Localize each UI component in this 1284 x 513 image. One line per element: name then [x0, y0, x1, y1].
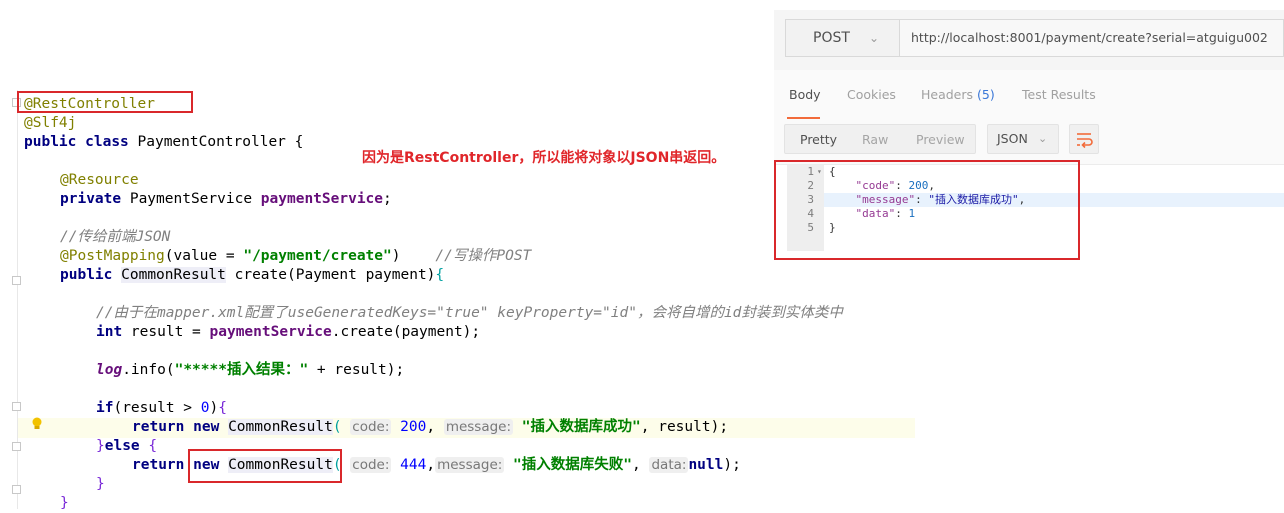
code-line-3: public class PaymentController { [24, 134, 304, 150]
wrap-lines-button[interactable] [1069, 124, 1099, 154]
active-tab-indicator [787, 117, 820, 119]
code-line-10: public CommonResult create(Payment payme… [60, 267, 445, 283]
code-line-9: @PostMapping(value = "/payment/create") … [60, 248, 532, 264]
code-line-22: } [60, 495, 69, 511]
code-line-12: //由于在mapper.xml配置了useGeneratedKeys="true… [96, 305, 843, 321]
param-hint: code: [350, 457, 392, 473]
format-bar: Pretty Raw Preview JSON ⌄ [774, 120, 1284, 165]
code-line-13: int result = paymentService.create(payme… [96, 324, 481, 340]
param-hint: data: [649, 457, 689, 473]
wrap-icon [1077, 133, 1093, 149]
format-preview[interactable]: Preview [916, 132, 965, 147]
tab-test-results[interactable]: Test Results [1022, 87, 1096, 102]
code-line-18: return new CommonResult( code: 200, mess… [132, 419, 729, 435]
fold-marker[interactable] [12, 442, 21, 451]
chevron-down-icon: ⌄ [869, 31, 880, 45]
method-select[interactable]: POST ⌄ [785, 19, 900, 57]
code-line-2: @Slf4j [24, 115, 77, 131]
format-toggle-group: Pretty Raw Preview [784, 124, 976, 154]
param-hint: message: [435, 457, 505, 473]
fold-marker[interactable] [12, 276, 21, 285]
format-pretty[interactable]: Pretty [800, 132, 837, 147]
code-line-6: private PaymentService paymentService; [60, 191, 392, 207]
code-line-21: } [96, 476, 105, 492]
restcontroller-highlight-box [17, 91, 193, 113]
response-tabs: Body Cookies Headers (5) Test Results [774, 70, 1284, 121]
request-bar: POST ⌄ http://localhost:8001/payment/cre… [774, 10, 1284, 71]
code-line-17: if(result > 0){ [96, 400, 227, 416]
chevron-down-icon: ⌄ [1038, 132, 1048, 145]
code-line-19: }else { [96, 438, 158, 454]
response-highlight-box [774, 160, 1080, 260]
tab-cookies[interactable]: Cookies [847, 87, 896, 102]
param-hint: message: [443, 419, 514, 435]
url-input[interactable]: http://localhost:8001/payment/create?ser… [900, 19, 1284, 57]
tab-headers[interactable]: Headers (5) [921, 87, 995, 102]
fold-marker[interactable] [12, 485, 21, 494]
tab-body[interactable]: Body [789, 87, 821, 102]
code-line-5: @Resource [60, 172, 139, 188]
new-commonresult-highlight-box [188, 449, 342, 483]
response-type-select[interactable]: JSON ⌄ [987, 124, 1059, 154]
fold-marker[interactable] [12, 402, 21, 411]
code-line-15: log.info("*****插入结果：" + result); [96, 362, 405, 378]
lightbulb-icon[interactable] [31, 417, 43, 431]
param-hint: code: [350, 419, 392, 435]
format-raw[interactable]: Raw [862, 132, 888, 147]
code-line-8: //传给前端JSON [60, 229, 171, 245]
explanation-annotation: 因为是RestController，所以能将对象以JSON串返回。 [362, 150, 726, 166]
